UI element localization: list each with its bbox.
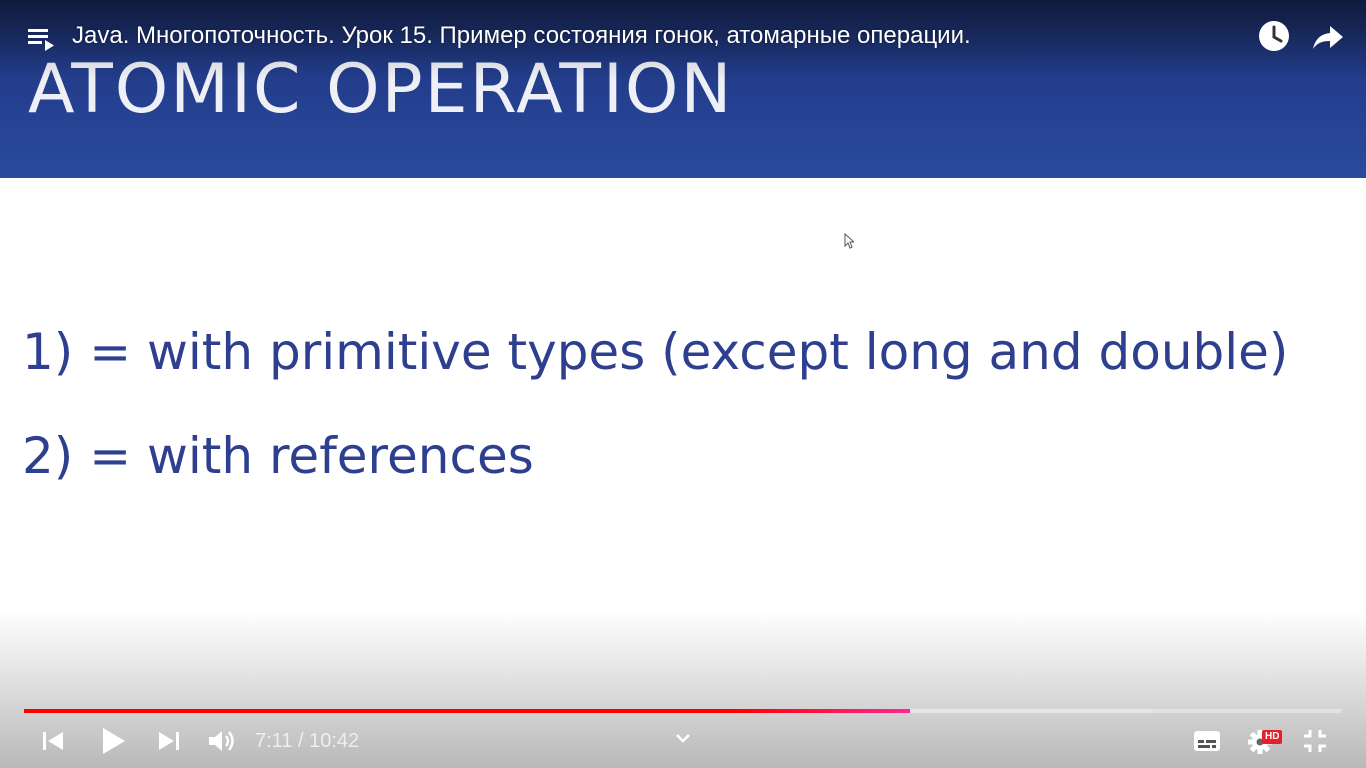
skip-previous-icon (43, 732, 63, 750)
subtitles-icon (1194, 731, 1220, 751)
hd-badge: HD (1262, 730, 1283, 744)
video-title[interactable]: Java. Многопоточность. Урок 15. Пример с… (72, 22, 971, 50)
playlist-button[interactable] (26, 24, 56, 54)
slide-bullet-1: 1) = with primitive types (except long a… (22, 323, 1289, 381)
play-button[interactable] (96, 724, 130, 758)
skip-next-icon (159, 732, 179, 750)
play-icon (103, 728, 125, 754)
share-button[interactable] (1310, 18, 1346, 54)
exit-fullscreen-button[interactable] (1300, 726, 1330, 756)
progress-bar[interactable] (24, 709, 1342, 713)
volume-icon (209, 731, 234, 751)
volume-button[interactable] (206, 726, 238, 756)
chevron-down-icon (676, 734, 690, 743)
chapters-toggle[interactable] (672, 728, 694, 748)
next-button[interactable] (154, 726, 184, 756)
progress-played (24, 709, 910, 713)
watch-later-button[interactable] (1256, 18, 1292, 54)
share-arrow-icon (1313, 26, 1343, 49)
time-display: 7:11 / 10:42 (255, 730, 360, 752)
previous-button[interactable] (38, 726, 68, 756)
clock-icon (1259, 21, 1289, 51)
exit-fullscreen-icon (1304, 730, 1326, 752)
subtitles-button[interactable] (1192, 728, 1222, 754)
slide-bullet-2: 2) = with references (22, 427, 534, 485)
playlist-icon (28, 29, 54, 51)
mouse-cursor-icon (844, 233, 854, 249)
